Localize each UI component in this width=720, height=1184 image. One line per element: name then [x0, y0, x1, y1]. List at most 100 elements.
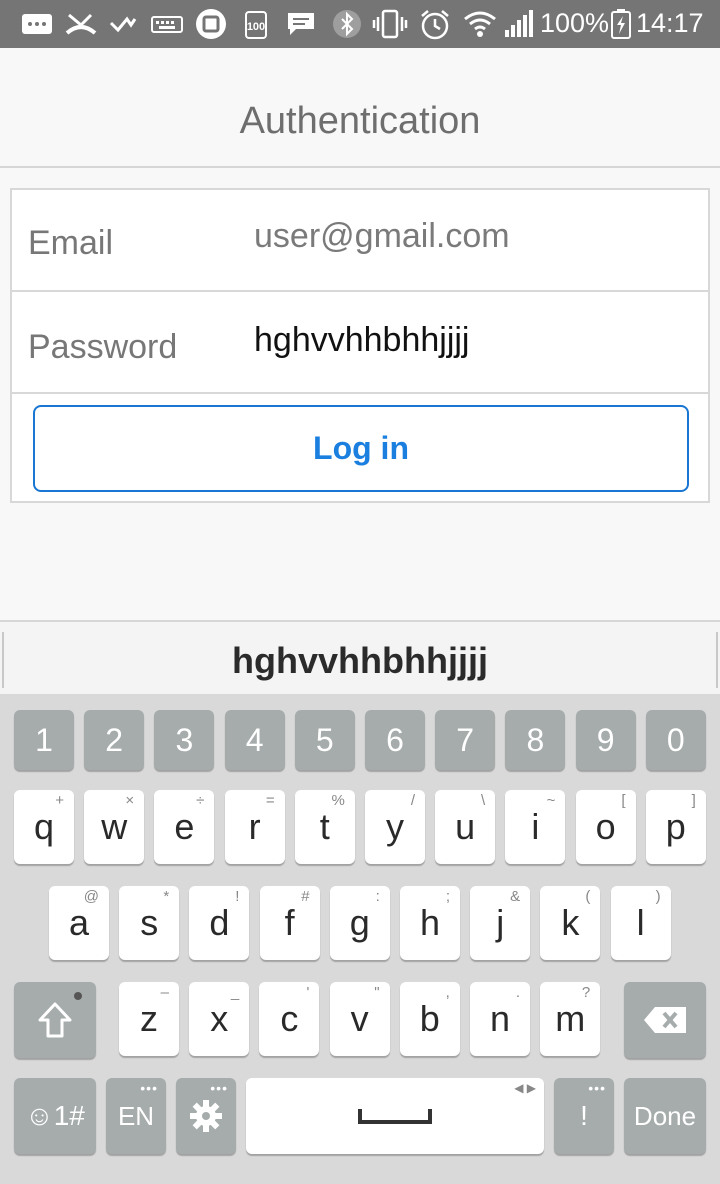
key-v[interactable]: v "	[329, 982, 390, 1056]
missed-call-icon	[64, 10, 98, 38]
key-5[interactable]: 5	[294, 710, 355, 770]
language-key[interactable]: EN •••	[106, 1078, 166, 1154]
key-u[interactable]: u \	[435, 790, 496, 864]
login-form: Email user@gmail.com Password hghvvhhbhh…	[10, 188, 710, 503]
key-l[interactable]: l)	[610, 886, 671, 960]
key-d-hint: !	[235, 888, 240, 905]
key-v-hint: "	[374, 984, 380, 1001]
key-g-hint: :	[375, 888, 380, 905]
key-6-label: 6	[386, 721, 404, 758]
key-b[interactable]: b,	[399, 982, 460, 1056]
suggestion-word[interactable]: hghvvhhbhhjjjj	[0, 640, 720, 682]
keyboard-icon	[150, 10, 184, 38]
key-n[interactable]: n.	[470, 982, 530, 1056]
key-s[interactable]: s *	[119, 886, 180, 960]
shift-key[interactable]	[14, 982, 96, 1058]
signal-icon	[502, 10, 534, 38]
settings-key[interactable]: •••	[176, 1078, 236, 1154]
key-y-hint: /	[410, 792, 415, 809]
password-field[interactable]: hghvvhhbhhjjjj	[254, 321, 470, 360]
key-2-label: 2	[105, 721, 124, 758]
key-r[interactable]: r =	[224, 790, 285, 864]
key-i-label: i	[531, 806, 540, 847]
key-o-label: o	[595, 806, 616, 847]
message-icon	[20, 10, 54, 38]
key-i[interactable]: i ~	[505, 790, 566, 864]
key-m[interactable]: m?	[540, 982, 601, 1056]
suggestion-divider	[716, 632, 718, 688]
key-f[interactable]: f #	[259, 886, 320, 960]
space-key[interactable]: ◀ ▶	[246, 1078, 544, 1154]
key-g-label: g	[349, 902, 370, 943]
more-dots-icon: •••	[210, 1080, 228, 1096]
key-3[interactable]: 3	[154, 710, 215, 770]
email-label: Email	[28, 224, 114, 262]
key-q-label: q	[33, 806, 55, 847]
key-h-label: h	[419, 902, 441, 943]
check-icon	[108, 10, 138, 38]
login-button[interactable]: Log in	[33, 405, 689, 492]
key-k[interactable]: k(	[540, 886, 601, 960]
symbols-key[interactable]: ☺1#	[14, 1078, 96, 1154]
key-0-label: 0	[666, 721, 685, 758]
key-8[interactable]: 8	[505, 710, 566, 770]
key-h[interactable]: h;	[400, 886, 460, 960]
bluetooth-icon	[330, 10, 364, 38]
key-4[interactable]: 4	[224, 710, 285, 770]
shift-lock-indicator	[74, 992, 82, 1000]
key-x[interactable]: x _	[189, 982, 250, 1056]
key-y[interactable]: y /	[365, 790, 425, 864]
key-3-label: 3	[175, 721, 194, 758]
key-d[interactable]: d!	[189, 886, 250, 960]
email-field[interactable]: user@gmail.com	[254, 217, 510, 256]
key-z-hint: –	[160, 984, 169, 1001]
key-j[interactable]: j &	[470, 886, 531, 960]
key-e[interactable]: e ÷	[154, 790, 215, 864]
vibrate-icon	[372, 9, 408, 39]
key-q-hint: +	[55, 792, 64, 809]
status-bar: 100 100% 14:17	[0, 0, 720, 48]
key-l-label: l	[636, 902, 645, 943]
key-6[interactable]: 6	[365, 710, 425, 770]
key-1-label: 1	[35, 721, 53, 758]
email-row[interactable]: Email user@gmail.com	[12, 190, 708, 292]
key-e-hint: ÷	[196, 792, 205, 809]
done-key[interactable]: Done	[624, 1078, 706, 1154]
key-o[interactable]: o[	[575, 790, 636, 864]
alarm-icon	[418, 10, 452, 40]
more-dots-icon: •••	[140, 1080, 158, 1096]
key-7-label: 7	[456, 721, 475, 758]
key-f-hint: #	[301, 888, 310, 905]
key-1[interactable]: 1	[14, 710, 74, 770]
wifi-icon	[462, 10, 498, 38]
chat-icon	[284, 10, 318, 38]
key-g[interactable]: g:	[329, 886, 390, 960]
key-y-label: y	[386, 806, 404, 847]
key-2[interactable]: 2	[84, 710, 145, 770]
key-r-hint: =	[265, 792, 275, 809]
key-7[interactable]: 7	[435, 710, 496, 770]
key-z[interactable]: z –	[119, 982, 179, 1056]
key-a[interactable]: a @	[49, 886, 109, 960]
key-w[interactable]: w ×	[84, 790, 145, 864]
key-o-hint: [	[621, 792, 626, 809]
battery-percent: 100%	[540, 8, 610, 38]
shift-icon	[38, 1002, 72, 1038]
key-p-label: p	[665, 806, 686, 847]
key-p[interactable]: p]	[645, 790, 706, 864]
key-9[interactable]: 9	[575, 710, 636, 770]
exclamation-key[interactable]: ! •••	[554, 1078, 614, 1154]
key-t-label: t	[319, 806, 330, 847]
key-8-label: 8	[526, 721, 545, 758]
key-t[interactable]: t%	[294, 790, 355, 864]
backspace-key[interactable]	[624, 982, 706, 1058]
key-c[interactable]: c '	[259, 982, 320, 1056]
key-0[interactable]: 0	[645, 710, 706, 770]
password-row[interactable]: Password hghvvhhbhhjjjj	[12, 292, 708, 394]
cursor-arrows-icon: ◀ ▶	[514, 1081, 536, 1095]
key-w-hint: ×	[125, 792, 135, 809]
key-c-hint: '	[306, 984, 310, 1001]
key-4-label: 4	[245, 721, 264, 758]
key-q[interactable]: q +	[14, 790, 74, 864]
key-b-hint: ,	[445, 984, 450, 1001]
